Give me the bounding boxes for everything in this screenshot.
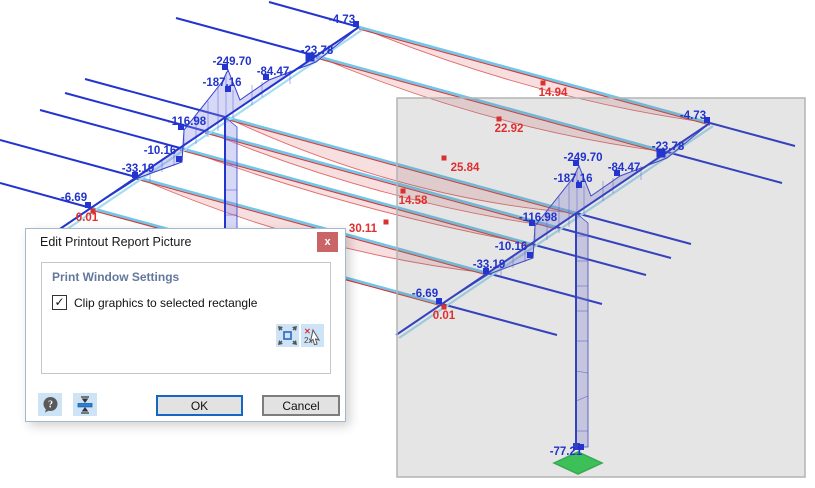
node-marker	[540, 80, 546, 86]
application-window: -4.73 -23.78 -249.70 -84.47 -187.16 -116.98 -1…	[0, 0, 815, 488]
value-label: -23.78	[301, 45, 334, 57]
value-label: -4.73	[680, 110, 706, 122]
node-marker	[176, 156, 182, 162]
value-label: 25.84	[451, 162, 480, 174]
fit-picture-height-button[interactable]	[73, 393, 97, 416]
fit-selection-rectangle-icon	[278, 326, 297, 345]
clip-graphics-checkbox-label: Clip graphics to selected rectangle	[74, 295, 258, 310]
value-label: -10.16	[495, 241, 528, 253]
value-label: 22.92	[495, 123, 524, 135]
help-button[interactable]: ?	[38, 393, 62, 416]
fit-picture-height-icon	[77, 395, 93, 414]
cancel-button[interactable]: Cancel	[262, 395, 340, 416]
value-label: -23.78	[652, 141, 685, 153]
value-label: -187.16	[202, 77, 241, 89]
remove-two-click-selection-icon: ✕ 2x	[304, 327, 321, 345]
value-label: -4.73	[329, 14, 355, 26]
value-label: -84.47	[257, 66, 290, 78]
dialog-titlebar[interactable]: Edit Printout Report Picture x	[26, 229, 345, 255]
value-label: -6.69	[412, 288, 438, 300]
value-label: -77.21	[550, 446, 583, 458]
clip-graphics-checkbox-row[interactable]: ✓ Clip graphics to selected rectangle	[52, 295, 257, 310]
node-marker	[496, 116, 502, 122]
help-icon: ?	[43, 397, 57, 413]
value-label: 0.01	[76, 212, 99, 224]
edit-printout-report-picture-dialog: Edit Printout Report Picture x Print Win…	[25, 228, 346, 422]
group-title: Print Window Settings	[52, 270, 180, 284]
value-label: -249.70	[563, 152, 602, 164]
value-label: -84.47	[608, 162, 641, 174]
node-marker	[383, 219, 389, 225]
node-marker	[441, 155, 447, 161]
remove-two-click-selection-button[interactable]: ✕ 2x	[301, 324, 324, 347]
value-label: -116.98	[168, 116, 207, 128]
fit-selection-rectangle-button[interactable]	[276, 324, 299, 347]
value-label: -10.16	[144, 145, 177, 157]
value-label: 14.94	[539, 87, 568, 99]
node-marker	[527, 252, 533, 258]
close-icon: x	[324, 236, 331, 248]
value-label: 14.58	[399, 195, 428, 207]
dialog-title: Edit Printout Report Picture	[40, 235, 192, 249]
value-label: -116.98	[519, 212, 558, 224]
value-label: -6.69	[61, 192, 87, 204]
close-button[interactable]: x	[317, 232, 338, 252]
svg-text:✕: ✕	[304, 327, 311, 336]
print-window-settings-group: Print Window Settings ✓ Clip graphics to…	[41, 262, 331, 374]
value-label: -33.19	[473, 259, 506, 271]
node-marker	[441, 304, 447, 310]
svg-text:?: ?	[48, 400, 53, 411]
value-label: -249.70	[212, 56, 251, 68]
value-label: -187.16	[553, 173, 592, 185]
value-label: -33.19	[122, 163, 155, 175]
node-marker	[400, 188, 406, 194]
value-label: 30.11	[349, 223, 378, 235]
clip-graphics-checkbox[interactable]: ✓	[52, 295, 67, 310]
ok-button[interactable]: OK	[156, 395, 243, 416]
value-label: 0.01	[433, 310, 456, 322]
